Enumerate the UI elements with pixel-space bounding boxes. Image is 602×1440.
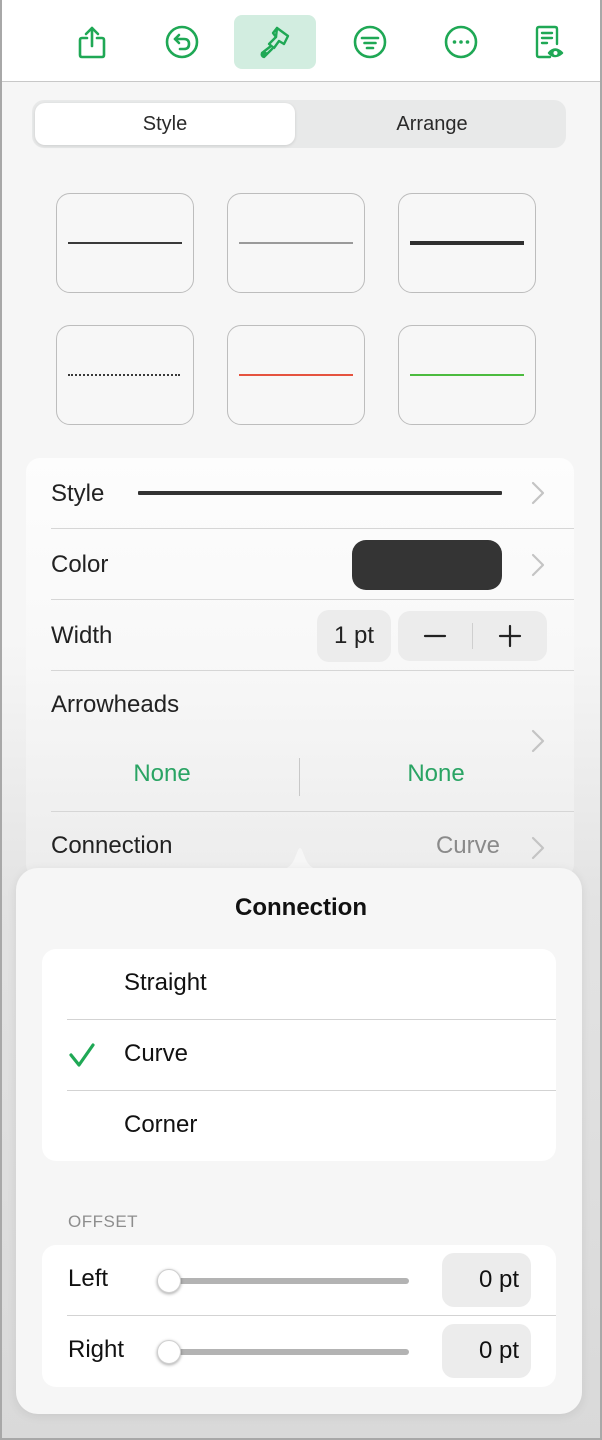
arrowheads-row[interactable]: Arrowheads [51, 671, 574, 811]
format-brush-icon [260, 26, 290, 59]
connection-options [42, 949, 556, 1161]
line-sample [410, 241, 524, 245]
undo-icon [165, 25, 199, 59]
popover-title: Connection [235, 894, 367, 921]
toolbar [2, 0, 600, 82]
popover-arrow [282, 848, 318, 870]
line-sample [239, 374, 353, 376]
line-sample [239, 242, 353, 244]
decrement-button[interactable] [398, 611, 472, 661]
share-button[interactable] [51, 15, 133, 69]
format-button[interactable] [234, 15, 316, 69]
option-straight[interactable]: Straight [124, 969, 207, 997]
line-sample [410, 374, 524, 376]
arrowhead-divider [299, 758, 300, 796]
option-corner[interactable]: Corner [124, 1111, 197, 1139]
connection-label: Connection [51, 832, 173, 859]
style-line-preview [138, 491, 502, 495]
arrowhead-start[interactable]: None [62, 760, 262, 788]
reading-view-button[interactable] [507, 15, 589, 69]
chevron-right-icon [531, 729, 545, 753]
width-value-field[interactable]: 1 pt [317, 610, 391, 662]
tab-style[interactable]: Style [35, 103, 295, 145]
connection-value: Curve [435, 832, 500, 859]
undo-button[interactable] [141, 15, 223, 69]
arrowheads-label: Arrowheads [51, 691, 180, 718]
offset-right-label: Right [68, 1336, 125, 1363]
checkmark-icon [69, 1043, 95, 1067]
offset-left-slider-thumb[interactable] [157, 1269, 181, 1293]
chevron-right-icon [531, 553, 545, 577]
offset-left-value[interactable]: 0 pt [442, 1253, 531, 1307]
offset-left-slider[interactable] [168, 1278, 409, 1284]
minus-icon [423, 634, 447, 638]
offset-left-label: Left [68, 1265, 109, 1292]
offset-section-header: OFFSET [68, 1212, 139, 1231]
filter-icon [353, 25, 387, 59]
offset-right-slider-thumb[interactable] [157, 1340, 181, 1364]
divider [67, 1315, 556, 1316]
color-label: Color [51, 551, 109, 578]
document-view-icon [535, 25, 564, 59]
tab-arrange[interactable]: Arrange [302, 103, 562, 145]
preset-thin-gray-line[interactable] [227, 193, 365, 293]
arrowhead-end[interactable]: None [336, 760, 536, 788]
chevron-right-icon [531, 481, 545, 505]
preset-dotted-black-line[interactable] [56, 325, 194, 425]
more-button[interactable] [420, 15, 502, 69]
more-icon [444, 25, 478, 59]
share-icon [78, 26, 106, 59]
chevron-right-icon [531, 836, 545, 860]
width-stepper [398, 611, 547, 661]
option-curve[interactable]: Curve [124, 1040, 188, 1068]
offset-right-value[interactable]: 0 pt [442, 1324, 531, 1378]
preset-red-line[interactable] [227, 325, 365, 425]
divider [67, 1090, 556, 1091]
offset-right-slider[interactable] [168, 1349, 409, 1355]
organize-button[interactable] [329, 15, 411, 69]
style-label: Style [51, 480, 105, 507]
width-label: Width [51, 622, 113, 649]
preset-thin-black-line[interactable] [56, 193, 194, 293]
preset-green-line[interactable] [398, 325, 536, 425]
divider [67, 1019, 556, 1020]
plus-icon [498, 624, 522, 648]
line-sample [68, 374, 180, 376]
line-sample [68, 242, 182, 244]
style-arrange-tabs: Style Arrange [32, 100, 566, 148]
increment-button[interactable] [473, 611, 547, 661]
color-swatch[interactable] [352, 540, 502, 590]
preset-thick-black-line[interactable] [398, 193, 536, 293]
